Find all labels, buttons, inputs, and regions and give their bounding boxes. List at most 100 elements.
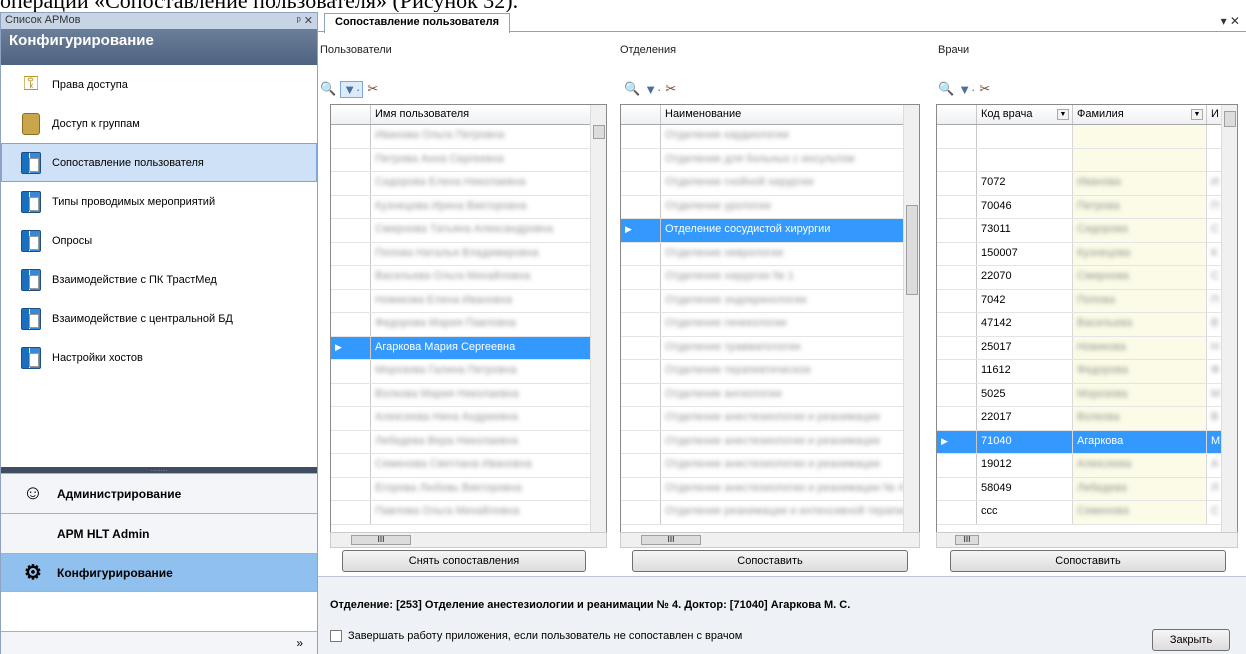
table-row[interactable]: Отделение анестезиологии и реанимации bbox=[621, 407, 919, 431]
nav-item[interactable]: Взаимодействие с центральной БД bbox=[1, 299, 317, 338]
table-row[interactable]: Смирнова Татьяна Александровна bbox=[331, 219, 606, 243]
tools-icon[interactable]: ✂ bbox=[979, 81, 990, 97]
table-row[interactable]: 150007 Кузнецова К bbox=[937, 242, 1237, 266]
pin-close-controls[interactable]: ᵖ ✕ bbox=[297, 14, 313, 27]
scroll-thumb[interactable] bbox=[1224, 111, 1236, 127]
nav-item[interactable]: Типы проводимых мероприятий bbox=[1, 182, 317, 221]
table-row[interactable]: Сидорова Елена Николаевна bbox=[331, 172, 606, 196]
nav-item[interactable]: Взаимодействие с ПК ТрастМед bbox=[1, 260, 317, 299]
users-hscroll[interactable]: III bbox=[330, 532, 607, 548]
table-row[interactable]: Отделение анестезиологии и реанимации bbox=[621, 454, 919, 478]
users-vscroll[interactable] bbox=[590, 105, 606, 539]
table-row[interactable]: 5025 Морозова М bbox=[937, 383, 1237, 407]
departments-hscroll[interactable]: III bbox=[620, 532, 920, 548]
map-department-button[interactable]: Сопоставить bbox=[632, 550, 908, 572]
table-row[interactable]: ▶ Отделение сосудистой хирургии bbox=[621, 219, 919, 243]
table-row[interactable]: 73011 Сидорова С bbox=[937, 219, 1237, 243]
filter-icon[interactable]: ▼· bbox=[958, 82, 975, 97]
table-row[interactable]: Отделение терапевтическое bbox=[621, 360, 919, 384]
table-row[interactable]: Отделение ангиологии bbox=[621, 383, 919, 407]
unmap-button[interactable]: Снять сопоставления bbox=[342, 550, 586, 572]
table-row[interactable]: 7042 Попова П bbox=[937, 289, 1237, 313]
table-row[interactable]: Морозова Галина Петровна bbox=[331, 360, 606, 384]
nav-item[interactable]: Доступ к группам bbox=[1, 104, 317, 143]
filter-icon[interactable]: ▼· bbox=[644, 82, 661, 97]
nav-button-hlt-admin[interactable]: АРМ HLT Admin bbox=[1, 513, 317, 553]
binoculars-icon[interactable]: 🔍 bbox=[624, 81, 640, 97]
table-row[interactable]: Волкова Мария Николаевна bbox=[331, 383, 606, 407]
table-row[interactable]: ccc Семенова С bbox=[937, 501, 1237, 525]
nav-item[interactable]: Настройки хостов bbox=[1, 338, 317, 377]
tools-icon[interactable]: ✂ bbox=[367, 81, 378, 97]
scroll-thumb[interactable] bbox=[593, 125, 605, 139]
table-row[interactable]: Отделение хирургии № 1 bbox=[621, 266, 919, 290]
table-row[interactable]: Отделение неврологии bbox=[621, 242, 919, 266]
nav-item[interactable]: Опросы bbox=[1, 221, 317, 260]
binoculars-icon[interactable]: 🔍 bbox=[320, 81, 336, 97]
doctors-vscroll[interactable] bbox=[1221, 105, 1237, 539]
departments-vscroll[interactable] bbox=[903, 105, 919, 539]
more-buttons-chevron[interactable]: » bbox=[1, 631, 317, 654]
table-row[interactable] bbox=[937, 148, 1237, 172]
doctors-hscroll[interactable]: III bbox=[936, 532, 1238, 548]
table-row[interactable]: Алексеева Нина Андреевна bbox=[331, 407, 606, 431]
table-row[interactable]: Егорова Любовь Викторовна bbox=[331, 477, 606, 501]
checkbox-box[interactable] bbox=[330, 630, 342, 642]
tab-user-mapping[interactable]: Сопоставление пользователя bbox=[324, 13, 511, 33]
scroll-thumb[interactable]: III bbox=[351, 535, 411, 545]
table-row[interactable]: 70046 Петрова П bbox=[937, 195, 1237, 219]
tools-icon[interactable]: ✂ bbox=[665, 81, 676, 97]
chevron-down-icon[interactable]: ▼ bbox=[1057, 109, 1069, 120]
table-row[interactable]: Кузнецова Ирина Викторовна bbox=[331, 195, 606, 219]
table-row[interactable]: Отделение анестезиологии и реанимации № … bbox=[621, 477, 919, 501]
scroll-thumb[interactable]: III bbox=[641, 535, 701, 545]
nav-item[interactable]: ⚿ Права доступа bbox=[1, 65, 317, 104]
table-row[interactable]: Отделение гнойной хирургии bbox=[621, 172, 919, 196]
nav-item[interactable]: Сопоставление пользователя bbox=[1, 143, 317, 182]
table-row[interactable]: Попова Наталья Владимировна bbox=[331, 242, 606, 266]
table-row[interactable] bbox=[937, 125, 1237, 149]
table-row[interactable]: Отделение реанимации и интенсивной терап… bbox=[621, 501, 919, 525]
table-row[interactable]: 11612 Федорова Ф bbox=[937, 360, 1237, 384]
nav-button-administration[interactable]: ☺ Администрирование bbox=[1, 473, 317, 513]
table-row[interactable]: 25017 Новикова Н bbox=[937, 336, 1237, 360]
scroll-thumb[interactable] bbox=[906, 205, 918, 295]
column-header-surname[interactable]: Фамилия ▼ bbox=[1073, 105, 1207, 124]
exit-if-unmapped-checkbox[interactable]: Завершать работу приложения, если пользо… bbox=[330, 630, 742, 642]
table-row[interactable]: Отделение травматологии bbox=[621, 336, 919, 360]
table-row[interactable]: Семенова Светлана Ивановна bbox=[331, 454, 606, 478]
table-row[interactable]: 58049 Лебедева Л bbox=[937, 477, 1237, 501]
binoculars-icon[interactable]: 🔍 bbox=[938, 81, 954, 97]
table-row[interactable]: ▶ 71040 Агаркова M bbox=[937, 430, 1237, 454]
column-header-name[interactable]: Наименование bbox=[661, 105, 905, 124]
table-row[interactable]: Отделение для больных с инсультом bbox=[621, 148, 919, 172]
table-row[interactable]: Новикова Елена Ивановна bbox=[331, 289, 606, 313]
table-row[interactable]: 22070 Смирнова С bbox=[937, 266, 1237, 290]
table-row[interactable]: Отделение эндокринологии bbox=[621, 289, 919, 313]
filter-icon[interactable]: ▼· bbox=[340, 80, 364, 98]
table-row[interactable]: Федорова Мария Павловна bbox=[331, 313, 606, 337]
scroll-thumb[interactable]: III bbox=[955, 535, 979, 545]
tab-controls[interactable]: ▾ ✕ bbox=[1221, 14, 1240, 28]
table-row[interactable]: Отделение анестезиологии и реанимации bbox=[621, 430, 919, 454]
table-row[interactable]: 19012 Алексеева А bbox=[937, 454, 1237, 478]
nav-button-configuration[interactable]: ⚙ Конфигурирование bbox=[1, 553, 317, 591]
table-row[interactable]: Отделение кардиологии bbox=[621, 125, 919, 149]
table-row[interactable]: 47142 Васильева В bbox=[937, 313, 1237, 337]
table-row[interactable]: Отделение урологии bbox=[621, 195, 919, 219]
table-row[interactable]: ▶ Агаркова Мария Сергеевна bbox=[331, 336, 606, 360]
chevron-down-icon[interactable]: ▼ bbox=[1191, 109, 1203, 120]
table-row[interactable]: Отделение гинекологии bbox=[621, 313, 919, 337]
table-row[interactable]: 7072 Иванова И bbox=[937, 172, 1237, 196]
table-row[interactable]: Павлова Ольга Михайловна bbox=[331, 501, 606, 525]
column-header-username[interactable]: Имя пользователя bbox=[371, 105, 591, 124]
table-row[interactable]: Лебедева Вера Николаевна bbox=[331, 430, 606, 454]
table-row[interactable]: Петрова Анна Сергеевна bbox=[331, 148, 606, 172]
map-doctor-button[interactable]: Сопоставить bbox=[950, 550, 1226, 572]
close-button[interactable]: Закрыть bbox=[1152, 629, 1230, 651]
column-header-doctor-code[interactable]: Код врача ▼ bbox=[977, 105, 1073, 124]
cell-department: Отделение урологии bbox=[661, 195, 905, 218]
table-row[interactable]: Иванова Ольга Петровна bbox=[331, 125, 606, 149]
table-row[interactable]: Васильева Ольга Михайловна bbox=[331, 266, 606, 290]
table-row[interactable]: 22017 Волкова В bbox=[937, 407, 1237, 431]
